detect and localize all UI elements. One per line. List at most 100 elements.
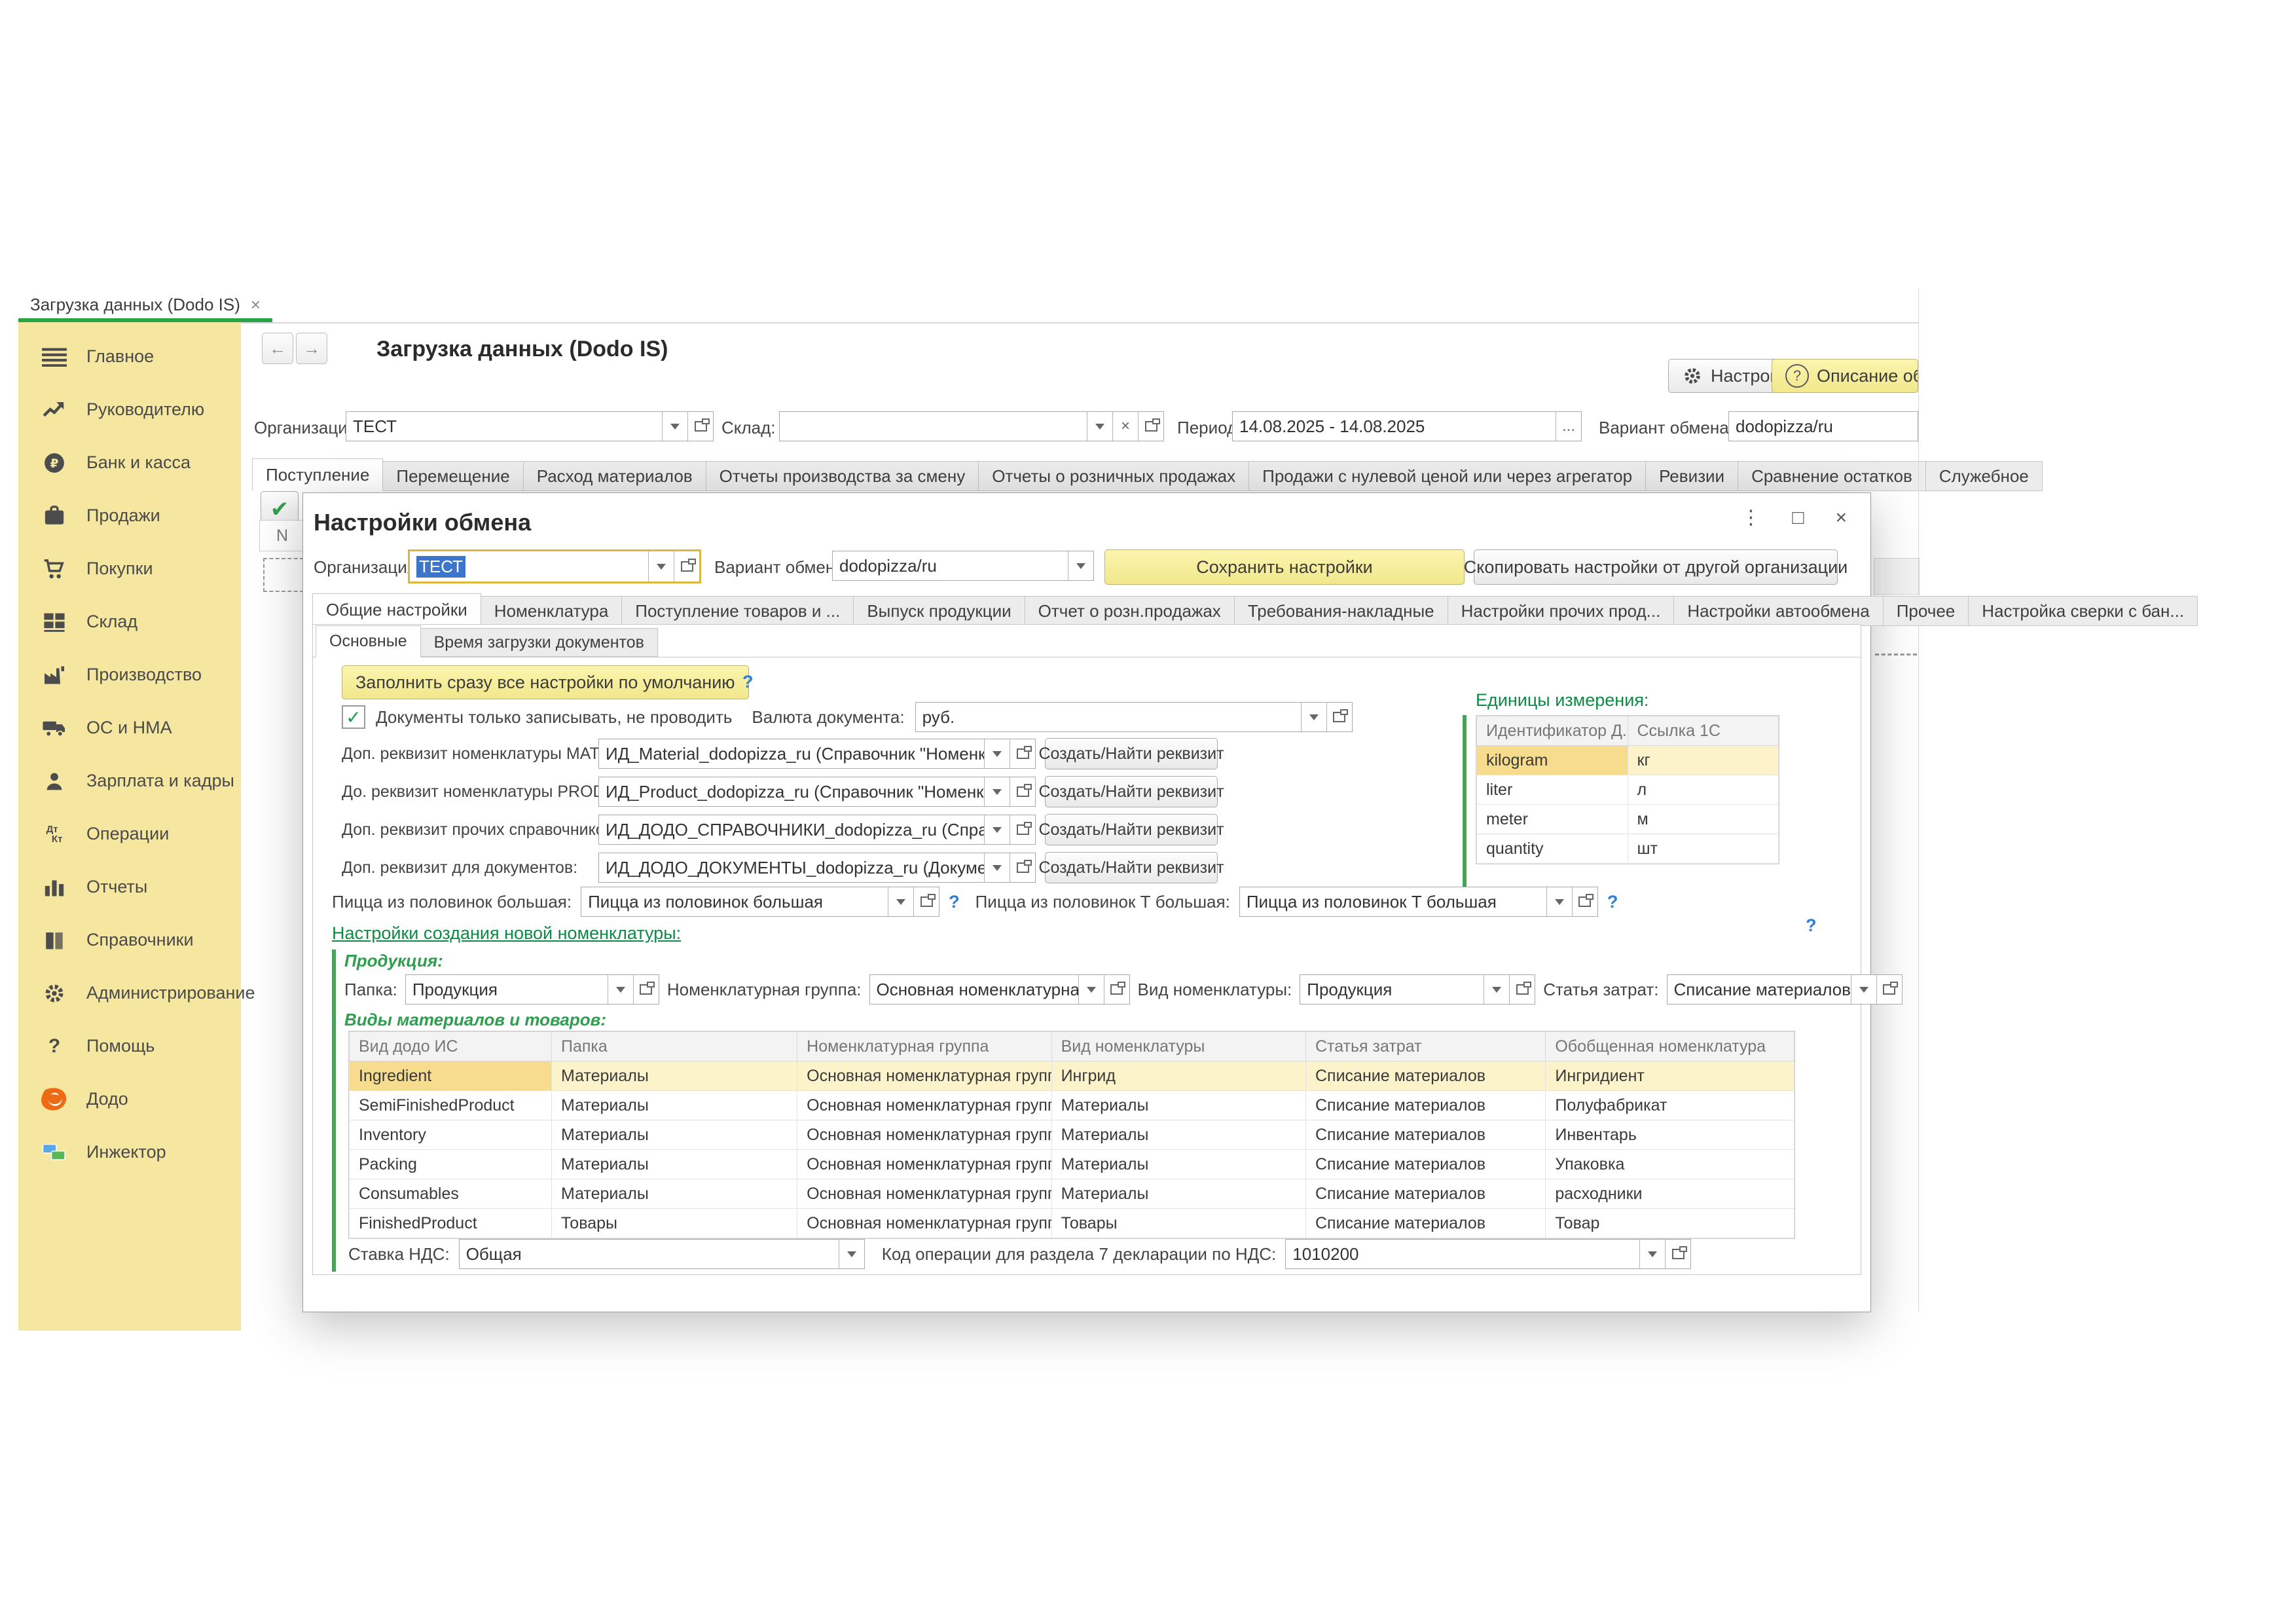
cost-field[interactable]: Списание материалов (1667, 974, 1903, 1005)
pick-icon[interactable] (913, 887, 939, 916)
dropdown-icon[interactable] (1851, 975, 1876, 1004)
period-filter-field[interactable]: 14.08.2025 - 14.08.2025 ... (1232, 411, 1582, 441)
units-row[interactable]: kilogramкг (1477, 746, 1779, 775)
pick-icon[interactable] (687, 412, 713, 441)
attr-row-field[interactable]: ИД_Product_dodopizza_ru (Справочник "Ном… (598, 777, 1036, 807)
materials-row-SemiFinishedProduct[interactable]: SemiFinishedProductМатериалыОсновная ном… (350, 1091, 1795, 1120)
sidebar-item-production[interactable]: Производство (18, 648, 241, 701)
dialog-tab-10[interactable]: Настройка сверки с бан... (1969, 596, 2198, 626)
sidebar-item-help[interactable]: ?Помощь (18, 1020, 241, 1073)
dialog-tab-3[interactable]: Поступление товаров и ... (622, 596, 854, 626)
dropdown-icon[interactable] (984, 739, 1010, 768)
main-tab-4[interactable]: Отчеты производства за смену (706, 461, 979, 491)
pizza-half-t-field[interactable]: Пицца из половинок Т большая (1239, 887, 1598, 917)
pick-icon[interactable] (1665, 1240, 1690, 1268)
pick-icon[interactable] (633, 975, 659, 1004)
dropdown-icon[interactable] (1639, 1240, 1665, 1268)
checkbox-checked-icon[interactable]: ✓ (342, 705, 365, 729)
sidebar-item-bank[interactable]: ₽Банк и касса (18, 436, 241, 489)
main-tab-8[interactable]: Сравнение остатков (1738, 461, 1926, 491)
pick-icon[interactable] (1010, 777, 1035, 806)
window-tab[interactable]: Загрузка данных (Dodo IS) × (18, 288, 272, 321)
sidebar-item-reports[interactable]: Отчеты (18, 860, 241, 913)
clear-icon[interactable]: × (1112, 412, 1138, 441)
dialog-tab-1[interactable]: Общие настройки (312, 593, 481, 626)
dialog-tab-4[interactable]: Выпуск продукции (854, 596, 1025, 626)
kind-field[interactable]: Продукция (1300, 974, 1535, 1005)
dialog-variant-field[interactable]: dodopizza/ru (832, 551, 1094, 581)
help-question-mark[interactable]: ? (949, 892, 960, 912)
dropdown-icon[interactable] (648, 551, 674, 581)
pick-icon[interactable] (1010, 815, 1035, 844)
vat-code-field[interactable]: 1010200 (1285, 1239, 1691, 1269)
pick-icon[interactable] (1010, 853, 1035, 882)
save-settings-button[interactable]: Сохранить настройки (1104, 549, 1465, 585)
pick-icon[interactable] (1572, 887, 1597, 916)
attr-row-field[interactable]: ИД_ДОДО_СПРАВОЧНИКИ_dodopizza_ru (Справо… (598, 815, 1036, 845)
sidebar-item-sales[interactable]: Продажи (18, 489, 241, 542)
attr-row-field[interactable]: ИД_ДОДО_ДОКУМЕНТЫ_dodopizza_ru (Документ… (598, 853, 1036, 883)
sidebar-item-os-nma[interactable]: ОС и НМА (18, 701, 241, 754)
pick-icon[interactable] (1326, 703, 1352, 731)
main-tab-1[interactable]: Поступление (252, 458, 383, 491)
fill-defaults-button[interactable]: Заполнить сразу все настройки по умолчан… (342, 665, 749, 699)
materials-row-Packing[interactable]: PackingМатериалыОсновная номенклатурная … (350, 1150, 1795, 1179)
materials-column-header[interactable]: Статья затрат (1306, 1032, 1546, 1061)
units-row[interactable]: quantityшт (1477, 834, 1779, 864)
pizza-half-field[interactable]: Пицца из половинок большая (581, 887, 939, 917)
create-find-attribute-button[interactable]: Создать/Найти реквизит (1045, 814, 1218, 845)
main-tab-3[interactable]: Расход материалов (524, 461, 706, 491)
description-button[interactable]: ? Описание об (1772, 359, 1918, 393)
materials-column-header[interactable]: Вид номенклатуры (1051, 1032, 1305, 1061)
dropdown-icon[interactable] (1068, 551, 1093, 580)
pick-icon[interactable] (1509, 975, 1535, 1004)
maximize-icon[interactable]: □ (1792, 507, 1804, 529)
dialog-tab-7[interactable]: Настройки прочих прод... (1448, 596, 1675, 626)
sidebar-item-salary[interactable]: Зарплата и кадры (18, 754, 241, 807)
dropdown-icon[interactable] (839, 1240, 864, 1268)
dropdown-icon[interactable] (984, 777, 1010, 806)
units-row[interactable]: literл (1477, 775, 1779, 805)
units-column-header[interactable]: Ссылка 1С (1628, 716, 1779, 746)
dropdown-icon[interactable] (662, 412, 687, 441)
currency-field[interactable]: руб. (915, 702, 1353, 732)
variant-filter-field[interactable]: dodopizza/ru (1728, 411, 1918, 441)
create-find-attribute-button[interactable]: Создать/Найти реквизит (1045, 852, 1218, 883)
materials-row-Inventory[interactable]: InventoryМатериалыОсновная номенклатурна… (350, 1120, 1795, 1150)
dropdown-icon[interactable] (1484, 975, 1509, 1004)
materials-column-header[interactable]: Номенклатурная группа (797, 1032, 1051, 1061)
dialog-tab-9[interactable]: Прочее (1884, 596, 1969, 626)
more-icon[interactable]: ⋮ (1741, 506, 1760, 529)
ellipsis-icon[interactable]: ... (1556, 412, 1581, 441)
main-tab-6[interactable]: Продажи с нулевой ценой или через агрега… (1249, 461, 1646, 491)
vat-field[interactable]: Общая (459, 1239, 865, 1269)
dropdown-icon[interactable] (1546, 887, 1572, 916)
dialog-org-field[interactable]: ТЕСТ (408, 549, 701, 583)
forward-button[interactable]: → (296, 333, 327, 364)
dropdown-icon[interactable] (608, 975, 633, 1004)
pick-icon[interactable] (1876, 975, 1902, 1004)
dropdown-icon[interactable] (1078, 975, 1104, 1004)
sidebar-item-operations[interactable]: Дт КтОперации (18, 807, 241, 860)
main-tab-5[interactable]: Отчеты о розничных продажах (979, 461, 1249, 491)
sklad-filter-field[interactable]: × (779, 411, 1164, 441)
dropdown-icon[interactable] (984, 853, 1010, 882)
help-question-mark[interactable]: ? (1806, 915, 1817, 936)
folder-field[interactable]: Продукция (405, 974, 659, 1005)
dialog-tab-2[interactable]: Номенклатура (481, 596, 622, 626)
close-icon[interactable]: × (1835, 507, 1847, 529)
help-question-mark[interactable]: ? (742, 672, 754, 692)
org-filter-field[interactable]: ТЕСТ (346, 411, 714, 441)
attr-row-field[interactable]: ИД_Material_dodopizza_ru (Справочник "Но… (598, 739, 1036, 769)
create-find-attribute-button[interactable]: Создать/Найти реквизит (1045, 738, 1218, 769)
pick-icon[interactable] (1104, 975, 1129, 1004)
main-tab-2[interactable]: Перемещение (383, 461, 523, 491)
materials-column-header[interactable]: Вид додо ИС (350, 1032, 552, 1061)
materials-column-header[interactable]: Обобщенная номенклатура (1546, 1032, 1795, 1061)
sidebar-item-main[interactable]: Главное (18, 330, 241, 383)
sidebar-item-injector[interactable]: Инжектор (18, 1126, 241, 1179)
pick-icon[interactable] (674, 551, 699, 581)
units-row[interactable]: meterм (1477, 805, 1779, 834)
create-find-attribute-button[interactable]: Создать/Найти реквизит (1045, 776, 1218, 807)
dialog-tab-8[interactable]: Настройки автообмена (1674, 596, 1883, 626)
